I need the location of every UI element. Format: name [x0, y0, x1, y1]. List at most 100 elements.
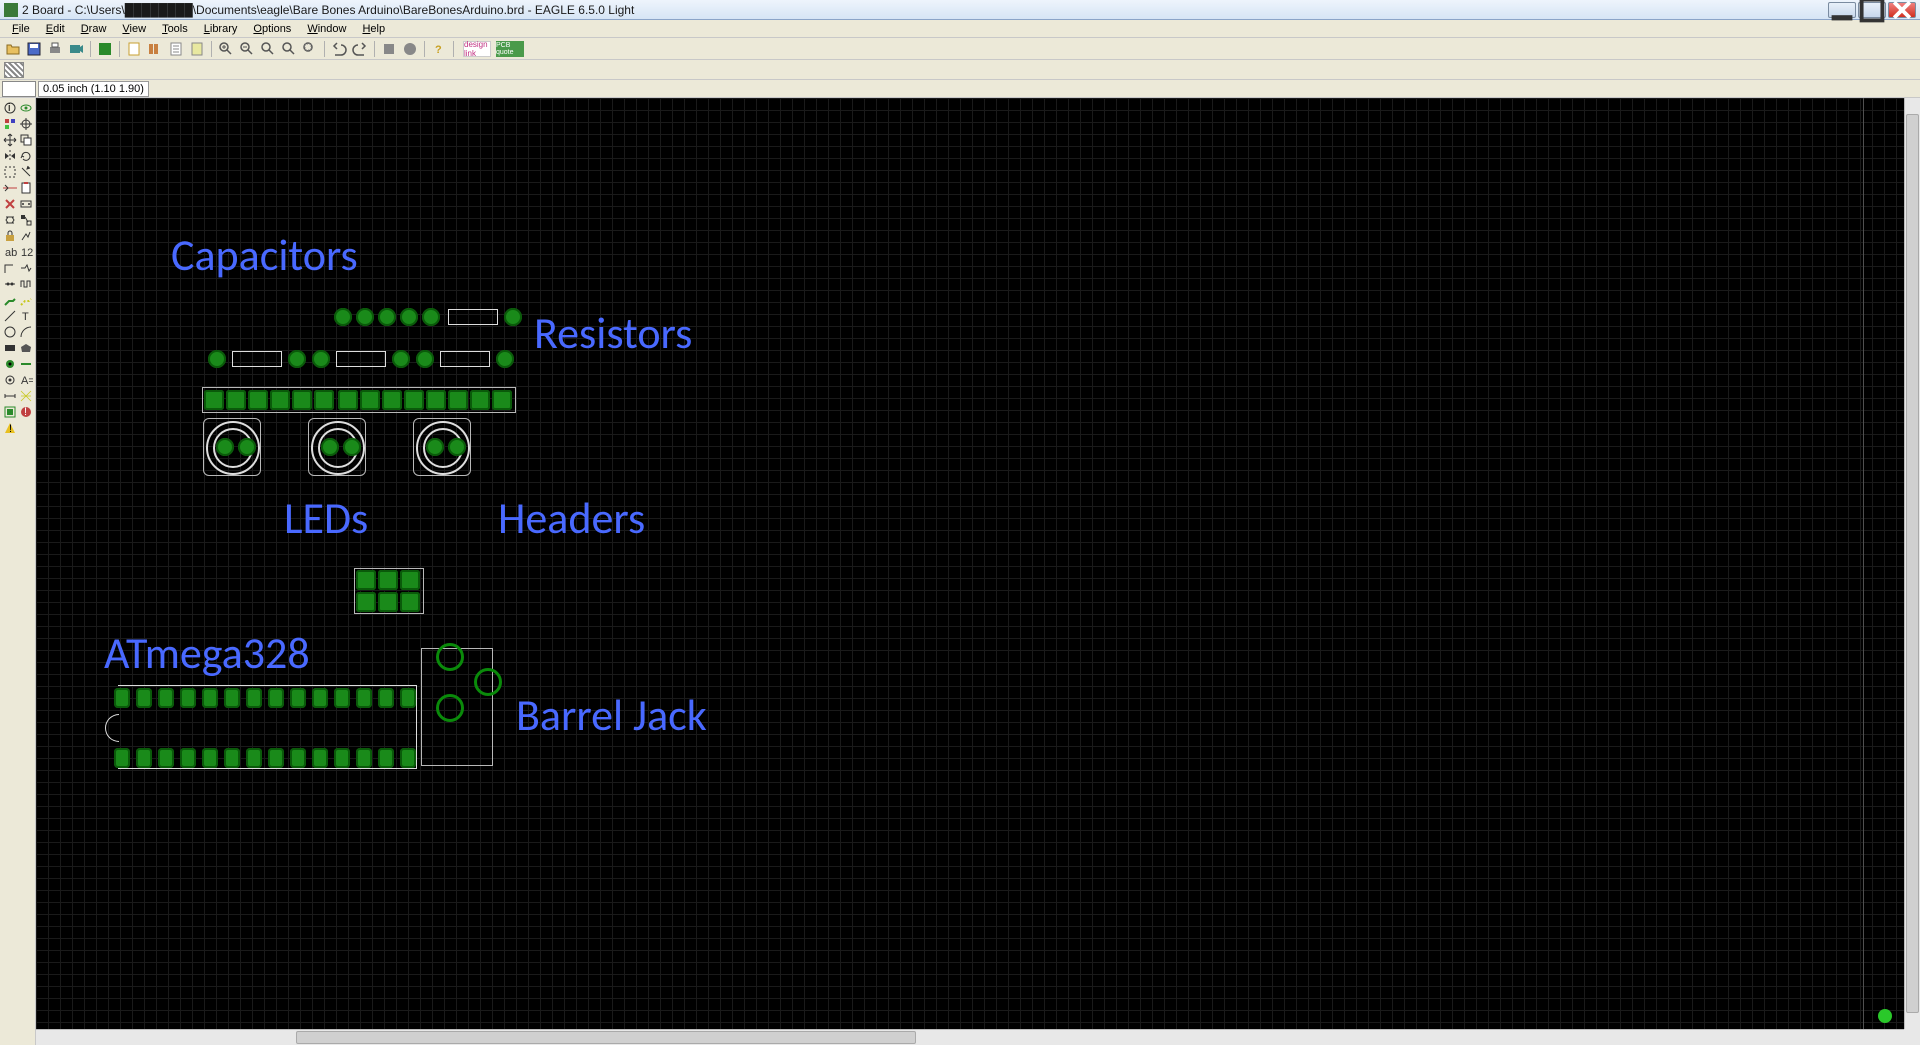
arc-tool-icon[interactable] [18, 324, 34, 340]
mark-tool-icon[interactable] [18, 116, 34, 132]
polygon-tool-icon[interactable] [18, 340, 34, 356]
sheet-icon[interactable] [125, 40, 143, 58]
dimension-tool-icon[interactable] [2, 388, 18, 404]
dip-pad[interactable] [114, 688, 130, 708]
paste-tool-icon[interactable] [18, 180, 34, 196]
meander-tool-icon[interactable] [18, 276, 34, 292]
dip-pad[interactable] [246, 748, 262, 768]
dip-pad[interactable] [290, 748, 306, 768]
dip-pad[interactable] [202, 748, 218, 768]
replace-tool-icon[interactable] [18, 212, 34, 228]
pad[interactable] [378, 308, 396, 326]
header-pad[interactable] [400, 592, 420, 612]
wire-tool-icon[interactable] [2, 308, 18, 324]
pad[interactable] [392, 350, 410, 368]
close-button[interactable] [1888, 2, 1916, 18]
pad[interactable] [400, 308, 418, 326]
cut-tool-icon[interactable] [2, 180, 18, 196]
dip-pad[interactable] [180, 748, 196, 768]
menu-view[interactable]: View [114, 22, 154, 36]
menu-draw[interactable]: Draw [73, 22, 115, 36]
header-pad[interactable] [204, 390, 224, 410]
header-pad[interactable] [314, 390, 334, 410]
pad[interactable] [312, 350, 330, 368]
redo-icon[interactable] [351, 40, 369, 58]
scrollbar-thumb[interactable] [1906, 114, 1919, 1013]
ratsnest-tool-icon[interactable] [18, 388, 34, 404]
dip-pad[interactable] [400, 748, 416, 768]
copy-tool-icon[interactable] [18, 132, 34, 148]
dip-pad[interactable] [180, 688, 196, 708]
signal-tool-icon[interactable] [18, 356, 34, 372]
group-tool-icon[interactable] [2, 164, 18, 180]
smash-tool-icon[interactable] [18, 228, 34, 244]
save-icon[interactable] [25, 40, 43, 58]
dip-pad[interactable] [224, 688, 240, 708]
barrel-hole[interactable] [436, 643, 464, 671]
pad[interactable] [208, 350, 226, 368]
ulp-icon[interactable] [188, 40, 206, 58]
header-pad[interactable] [382, 390, 402, 410]
dip-pad[interactable] [312, 688, 328, 708]
zoom-out-icon[interactable] [259, 40, 277, 58]
header-pad[interactable] [426, 390, 446, 410]
print-icon[interactable] [46, 40, 64, 58]
header-pad[interactable] [448, 390, 468, 410]
zoom-in-icon[interactable] [238, 40, 256, 58]
value-tool-icon[interactable]: 12 [18, 244, 34, 260]
resistor-body[interactable] [232, 351, 282, 367]
attribute-tool-icon[interactable]: A= [18, 372, 34, 388]
open-icon[interactable] [4, 40, 22, 58]
zoom-select-icon[interactable] [301, 40, 319, 58]
header-pad[interactable] [338, 390, 358, 410]
barrel-hole[interactable] [436, 694, 464, 722]
display-tool-icon[interactable] [2, 116, 18, 132]
pad[interactable] [504, 308, 522, 326]
led-pad[interactable] [448, 438, 466, 456]
dip-pad[interactable] [400, 688, 416, 708]
lock-tool-icon[interactable] [2, 228, 18, 244]
errors-tool-icon[interactable]: ! [2, 420, 18, 436]
stop-icon[interactable] [380, 40, 398, 58]
zoom-redraw-icon[interactable] [280, 40, 298, 58]
dip-pad[interactable] [290, 688, 306, 708]
header-pad[interactable] [292, 390, 312, 410]
auto-tool-icon[interactable] [2, 404, 18, 420]
circle-tool-icon[interactable] [2, 324, 18, 340]
dip-pad[interactable] [158, 688, 174, 708]
menu-window[interactable]: Window [299, 22, 354, 36]
delete-tool-icon[interactable] [2, 196, 18, 212]
ripup-tool-icon[interactable] [18, 292, 34, 308]
dip-pad[interactable] [268, 688, 284, 708]
header-pad[interactable] [248, 390, 268, 410]
dip-pad[interactable] [246, 688, 262, 708]
dip-pad[interactable] [312, 748, 328, 768]
menu-library[interactable]: Library [196, 22, 246, 36]
led-pad[interactable] [343, 438, 361, 456]
cam-icon[interactable] [67, 40, 85, 58]
header-pad[interactable] [378, 570, 398, 590]
menu-options[interactable]: Options [245, 22, 299, 36]
pad[interactable] [334, 308, 352, 326]
barrel-hole[interactable] [474, 668, 502, 696]
dip-pad[interactable] [334, 688, 350, 708]
dip-pad[interactable] [378, 748, 394, 768]
help-icon[interactable]: ? [430, 40, 448, 58]
add-tool-icon[interactable] [18, 196, 34, 212]
menu-help[interactable]: Help [354, 22, 393, 36]
resistor-body[interactable] [440, 351, 490, 367]
menu-edit[interactable]: Edit [38, 22, 73, 36]
dip-pad[interactable] [202, 688, 218, 708]
dip-pad[interactable] [158, 748, 174, 768]
layer-selector[interactable] [4, 62, 24, 78]
erc-tool-icon[interactable]: ! [18, 404, 34, 420]
via-tool-icon[interactable] [2, 356, 18, 372]
header-pad[interactable] [470, 390, 490, 410]
show-tool-icon[interactable] [18, 100, 34, 116]
dip-pad[interactable] [136, 748, 152, 768]
board-canvas[interactable]: Capacitors Resistors LEDs Headers ATmega… [36, 98, 1904, 1029]
dip-pad[interactable] [356, 688, 372, 708]
header-pad[interactable] [356, 592, 376, 612]
dip-pad[interactable] [114, 748, 130, 768]
miter-tool-icon[interactable] [2, 260, 18, 276]
